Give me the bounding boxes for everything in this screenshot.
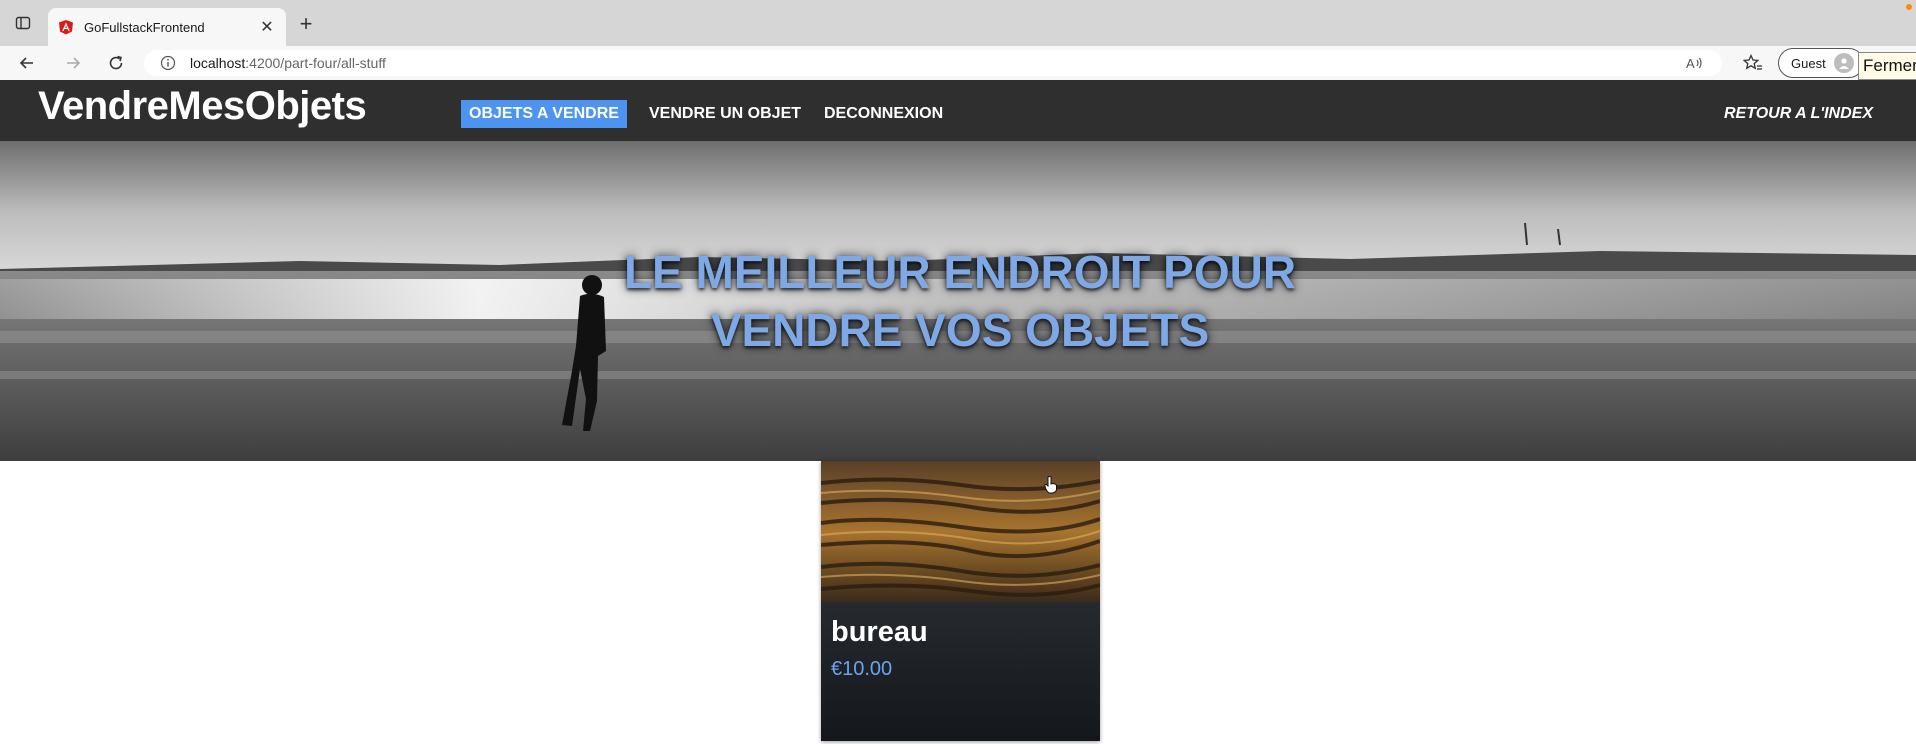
nav-deconnexion[interactable]: DECONNEXION — [824, 100, 943, 128]
read-aloud-icon[interactable]: A — [1686, 55, 1704, 71]
plus-icon[interactable]: + — [294, 11, 318, 36]
hero-title-line-2: VENDRE VOS OBJETS — [710, 304, 1210, 356]
browser-tab[interactable]: GoFullstackFrontend ✕ — [48, 8, 286, 46]
address-bar: localhost:4200/part-four/all-stuff A Gue… — [0, 46, 1916, 81]
hero-banner: LE MEILLEUR ENDROIT POUR VENDRE VOS OBJE… — [0, 141, 1916, 461]
brand-logo[interactable]: VendreMesObjets — [38, 84, 367, 129]
app-navbar: VendreMesObjets OBJETS A VENDRE VENDRE U… — [0, 80, 1916, 141]
product-title: bureau — [831, 616, 928, 648]
avatar-icon — [1833, 53, 1854, 73]
tooltip: Fermer — [1858, 52, 1916, 80]
forward-arrow-icon[interactable] — [60, 50, 86, 76]
back-arrow-icon[interactable] — [14, 50, 40, 76]
product-price: €10.00 — [831, 658, 893, 680]
tab-strip: GoFullstackFrontend ✕ + — [0, 0, 1916, 46]
url-path: :4200/part-four/all-stuff — [245, 55, 386, 71]
url-host: localhost — [190, 55, 246, 71]
angular-favicon-icon — [59, 20, 73, 35]
notification-dot — [1906, 4, 1912, 10]
nav-retour-index[interactable]: RETOUR A L'INDEX — [1724, 100, 1873, 128]
product-card-body: bureau €10.00 — [821, 602, 1100, 741]
nav-vendre-un-objet[interactable]: VENDRE UN OBJET — [649, 100, 801, 128]
url-text: localhost:4200/part-four/all-stuff — [190, 55, 386, 71]
hand-cursor-icon — [1044, 476, 1057, 494]
nav-objets-a-vendre[interactable]: OBJETS A VENDRE — [461, 100, 627, 128]
hero-title-line-1: LE MEILLEUR ENDROIT POUR — [623, 246, 1297, 298]
product-image — [821, 461, 1100, 602]
profile-button[interactable]: Guest — [1778, 48, 1864, 78]
product-card[interactable]: bureau €10.00 — [821, 461, 1100, 741]
info-icon[interactable] — [160, 55, 176, 71]
favorites-icon[interactable] — [1740, 50, 1766, 76]
reload-icon[interactable] — [103, 50, 129, 76]
profile-label: Guest — [1791, 55, 1826, 71]
svg-text:A: A — [1686, 56, 1695, 71]
tab-title: GoFullstackFrontend — [84, 19, 205, 35]
sidebar-toggle-icon[interactable] — [12, 12, 34, 34]
url-field[interactable]: localhost:4200/part-four/all-stuff A — [144, 50, 1722, 76]
close-icon[interactable]: ✕ — [256, 16, 278, 38]
hero-title: LE MEILLEUR ENDROIT POUR VENDRE VOS OBJE… — [560, 243, 1360, 359]
